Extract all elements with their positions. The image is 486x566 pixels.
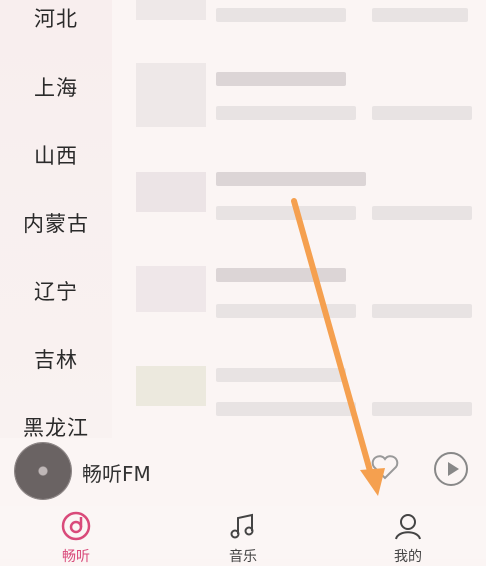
region-item[interactable]: 山西 [0,140,112,170]
station-thumbnail[interactable] [136,366,206,406]
region-item[interactable]: 吉林 [0,344,112,374]
blurred-text [372,8,468,22]
blurred-text [372,106,472,120]
station-thumbnail[interactable] [136,266,206,312]
blurred-text [216,368,346,382]
album-disc[interactable] [15,443,71,499]
station-thumbnail[interactable] [136,63,206,127]
blurred-text [216,8,346,22]
tab-mine[interactable]: 我的 [378,510,438,566]
station-thumbnail[interactable] [136,0,206,20]
music-note-icon [230,513,254,539]
station-thumbnail[interactable] [136,172,206,212]
blurred-text [216,304,356,318]
station-list [112,0,486,440]
tab-label: 音乐 [229,549,257,565]
region-sidebar: 河北 上海 山西 内蒙古 辽宁 吉林 黑龙江 [0,0,112,440]
tab-listen[interactable]: 畅听 [46,510,106,566]
region-item[interactable]: 辽宁 [0,276,112,306]
region-item[interactable]: 上海 [0,72,112,102]
mini-player[interactable]: 畅听FM [0,438,486,506]
now-playing-title[interactable]: 畅听FM [82,458,151,487]
blurred-text [216,206,356,220]
tab-label: 畅听 [62,549,90,565]
blurred-text [216,402,356,416]
blurred-text [372,304,472,318]
region-item[interactable]: 内蒙古 [0,208,112,238]
tab-music[interactable]: 音乐 [213,510,273,566]
play-button[interactable] [434,452,468,486]
blurred-text [216,172,366,186]
heart-icon[interactable] [370,452,400,482]
user-icon [395,514,421,540]
blurred-text [372,402,472,416]
blurred-text [216,72,346,86]
blurred-text [216,268,346,282]
bottom-tab-bar: 畅听 音乐 我的 [0,506,486,565]
tab-label: 我的 [394,549,422,565]
blurred-text [372,206,472,220]
region-item[interactable]: 河北 [0,3,112,33]
blurred-text [216,106,356,120]
radio-icon [61,511,91,541]
